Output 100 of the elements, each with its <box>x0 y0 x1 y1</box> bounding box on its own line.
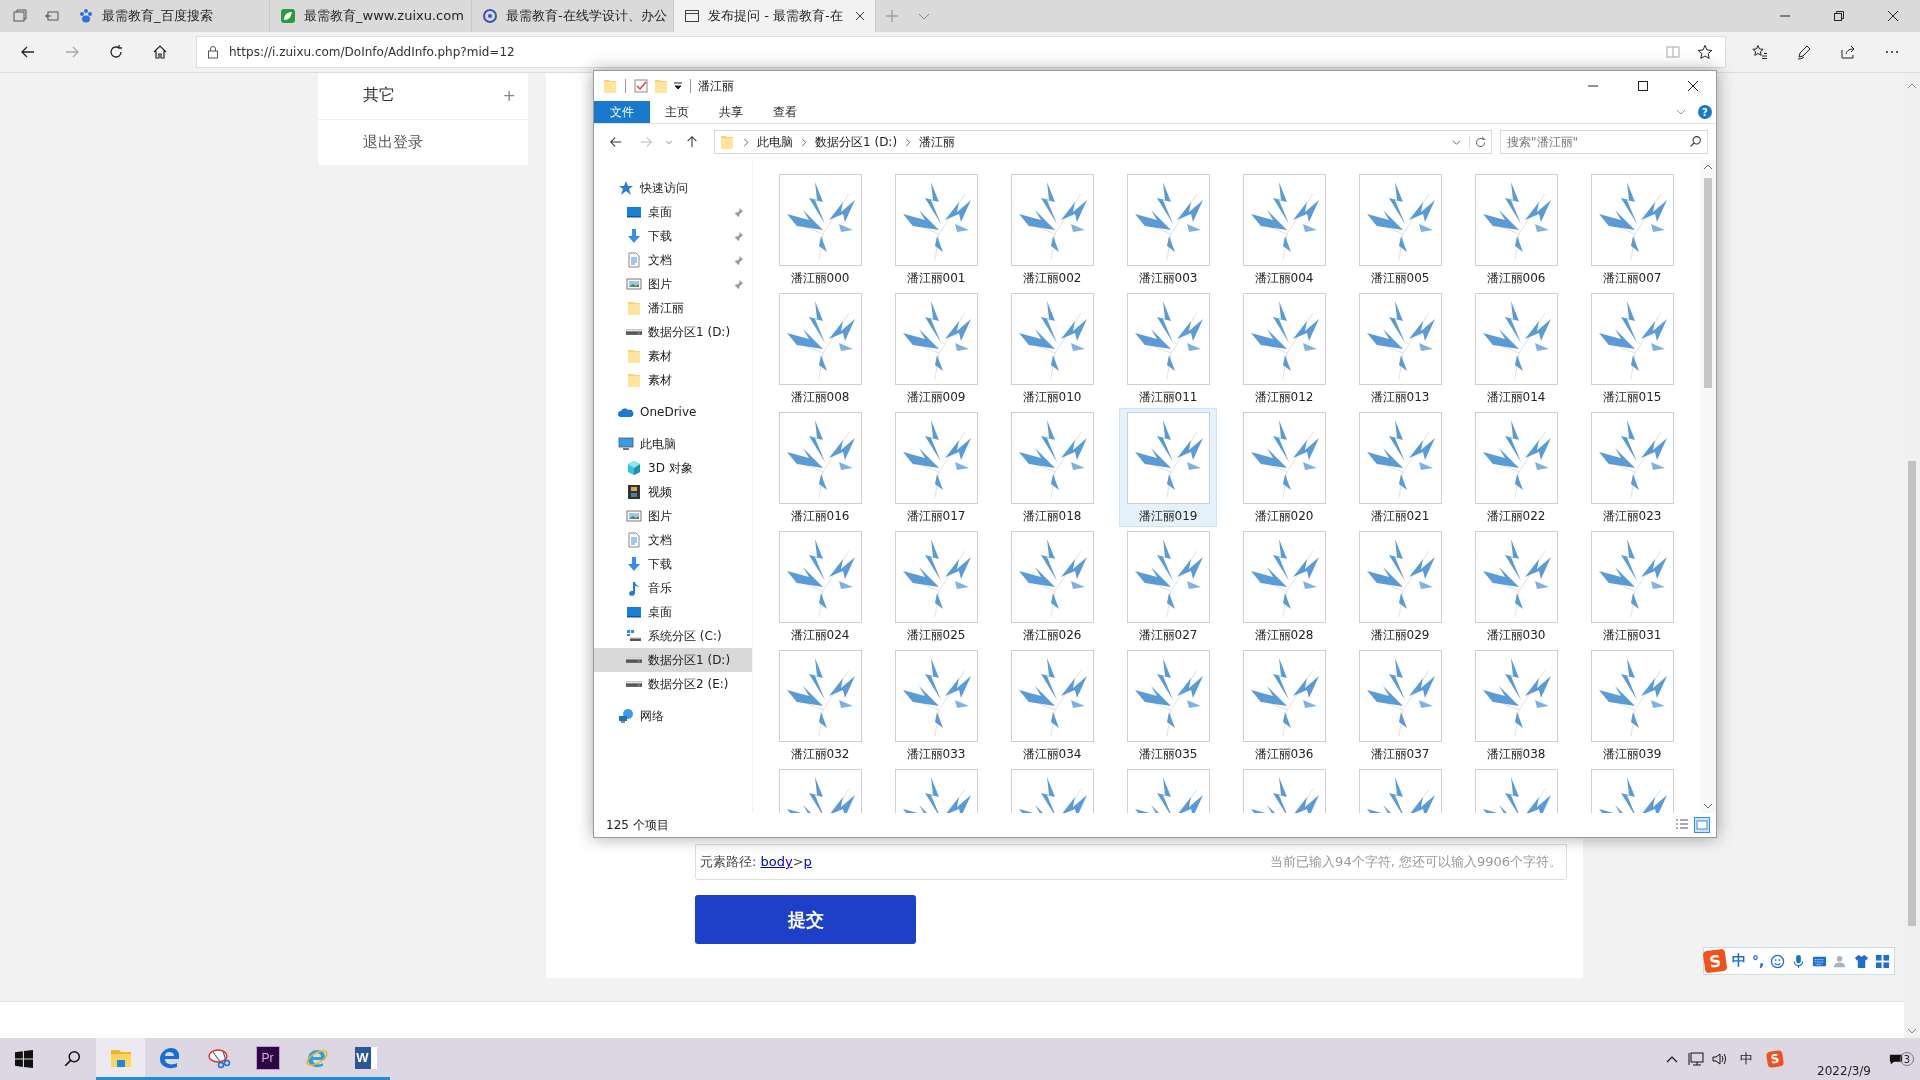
file-item[interactable]: 潘江丽003 <box>1119 170 1217 289</box>
expand-toggle[interactable]: + <box>502 86 516 106</box>
network-icon[interactable] <box>1688 1051 1705 1067</box>
scroll-thumb[interactable] <box>1704 178 1712 388</box>
restore-icon[interactable] <box>1834 11 1844 21</box>
file-item[interactable]: 潘江丽038 <box>1467 646 1565 765</box>
scroll-up-icon[interactable] <box>1907 83 1917 89</box>
nav-item[interactable]: 视频 <box>594 480 752 504</box>
file-item[interactable]: 潘江丽009 <box>887 289 985 408</box>
tabs-overview-icon[interactable] <box>12 8 28 24</box>
file-item[interactable]: 潘江丽030 <box>1467 527 1565 646</box>
checkbox-icon[interactable] <box>633 78 649 94</box>
scroll-up-icon[interactable] <box>1703 164 1713 170</box>
file-item[interactable]: 潘江丽032 <box>771 646 869 765</box>
taskbar-app[interactable]: W <box>341 1038 390 1080</box>
nav-item[interactable]: 图片 <box>594 504 752 528</box>
dropdown-icon[interactable] <box>673 81 683 91</box>
nav-item[interactable]: 快速访问 <box>594 176 752 200</box>
sogou-logo[interactable]: S <box>1766 1049 1785 1069</box>
file-item[interactable]: 潘江丽026 <box>1003 527 1101 646</box>
file-item[interactable]: 潘江丽011 <box>1119 289 1217 408</box>
file-item[interactable]: 潘江丽008 <box>771 289 869 408</box>
file-item[interactable]: 潘江丽015 <box>1583 289 1681 408</box>
file-item[interactable]: 潘江丽024 <box>771 527 869 646</box>
submit-button[interactable]: 提交 <box>695 895 916 944</box>
file-item[interactable]: 潘江丽000 <box>771 170 869 289</box>
punctuation-toggle[interactable]: °, <box>1752 953 1765 969</box>
scrollbar[interactable] <box>1700 160 1716 813</box>
close-icon[interactable] <box>1688 81 1698 91</box>
address-field[interactable]: 此电脑 数据分区1 (D:) 潘江丽 <box>714 130 1492 154</box>
breadcrumb-item[interactable]: 此电脑 <box>757 133 793 151</box>
file-item[interactable]: 潘江丽012 <box>1235 289 1333 408</box>
input-mode-toggle[interactable]: 中 <box>1732 952 1746 970</box>
file-item[interactable]: 潘江丽036 <box>1235 646 1333 765</box>
browser-tab[interactable]: 发布提问 - 最需教育-在 <box>674 0 876 32</box>
file-item[interactable]: 潘江丽035 <box>1119 646 1217 765</box>
file-item[interactable]: 潘江丽017 <box>887 408 985 527</box>
large-icons-view-icon[interactable] <box>1694 817 1710 833</box>
file-item[interactable]: 潘江丽033 <box>887 646 985 765</box>
file-item[interactable]: 潘江丽005 <box>1351 170 1449 289</box>
nav-item[interactable]: 桌面 <box>594 200 752 224</box>
file-item[interactable]: 潘江丽016 <box>771 408 869 527</box>
breadcrumb-item[interactable]: 潘江丽 <box>919 133 956 151</box>
file-item[interactable]: 潘江丽022 <box>1467 408 1565 527</box>
file-item[interactable]: 潘江丽023 <box>1583 408 1681 527</box>
scroll-thumb[interactable] <box>1908 461 1916 926</box>
smiley-icon[interactable] <box>1770 953 1786 969</box>
set-aside-tabs-icon[interactable] <box>44 8 60 24</box>
path-link[interactable]: p <box>803 854 812 869</box>
scroll-down-icon[interactable] <box>1907 1028 1917 1034</box>
menu-item[interactable]: 退出登录 <box>363 132 516 152</box>
nav-item[interactable]: 下载 <box>594 224 752 248</box>
file-item[interactable]: 潘江丽019 <box>1119 408 1217 527</box>
file-item[interactable]: 潘江丽020 <box>1235 408 1333 527</box>
nav-item[interactable]: 数据分区1 (D:) <box>594 320 752 344</box>
nav-item[interactable]: 数据分区1 (D:) <box>594 648 752 672</box>
file-item[interactable]: 潘江丽006 <box>1467 170 1565 289</box>
chevron-down-icon[interactable] <box>1676 107 1686 117</box>
nav-item[interactable]: 下载 <box>594 552 752 576</box>
sogou-logo[interactable]: S <box>1702 948 1728 974</box>
address-field[interactable]: https://i.zuixu.com/DoInfo/AddInfo.php?mid=12 <box>196 36 1726 68</box>
file-item[interactable]: 潘江丽002 <box>1003 170 1101 289</box>
nav-item[interactable]: 此电脑 <box>594 432 752 456</box>
nav-item[interactable]: 素材 <box>594 344 752 368</box>
nav-item[interactable]: 3D 对象 <box>594 456 752 480</box>
file-item[interactable]: 潘江丽018 <box>1003 408 1101 527</box>
menu-item[interactable]: 其它 <box>363 85 503 107</box>
path-link[interactable]: body <box>760 854 793 869</box>
breadcrumb-item[interactable]: 数据分区1 (D:) <box>815 133 898 151</box>
ribbon-tab[interactable]: 主页 <box>650 101 704 123</box>
notification-button[interactable]: 3 <box>1889 1052 1914 1066</box>
file-item[interactable]: 潘江丽010 <box>1003 289 1101 408</box>
file-item[interactable]: 潘江丽025 <box>887 527 985 646</box>
file-item[interactable]: 潘江丽013 <box>1351 289 1449 408</box>
file-item[interactable]: 潘江丽027 <box>1119 527 1217 646</box>
file-item[interactable]: 潘江丽007 <box>1583 170 1681 289</box>
input-method-indicator[interactable]: 中 <box>1740 1050 1754 1068</box>
speaker-icon[interactable] <box>1712 1051 1729 1067</box>
shirt-icon[interactable] <box>1854 953 1870 969</box>
file-item[interactable]: 潘江丽031 <box>1583 527 1681 646</box>
nav-item[interactable]: 数据分区2 (E:) <box>594 672 752 696</box>
file-item[interactable]: 潘江丽001 <box>887 170 985 289</box>
file-item[interactable]: 潘江丽039 <box>1583 646 1681 765</box>
file-item[interactable]: 潘江丽034 <box>1003 646 1101 765</box>
nav-item[interactable]: 文档 <box>594 248 752 272</box>
grid-icon[interactable] <box>1875 953 1891 969</box>
nav-item[interactable]: 桌面 <box>594 600 752 624</box>
nav-item[interactable]: OneDrive <box>594 400 752 424</box>
help-button[interactable]: ? <box>1698 105 1712 119</box>
file-item[interactable]: 潘江丽028 <box>1235 527 1333 646</box>
file-item[interactable]: 潘江丽014 <box>1467 289 1565 408</box>
nav-item[interactable]: 素材 <box>594 368 752 392</box>
scroll-down-icon[interactable] <box>1703 803 1713 809</box>
file-item[interactable]: 潘江丽029 <box>1351 527 1449 646</box>
nav-item[interactable]: 系统分区 (C:) <box>594 624 752 648</box>
close-icon[interactable] <box>855 11 865 21</box>
file-item[interactable]: 潘江丽004 <box>1235 170 1333 289</box>
nav-item[interactable]: 音乐 <box>594 576 752 600</box>
clock-date[interactable]: 2022/3/9 <box>1817 1064 1871 1078</box>
nav-item[interactable]: 文档 <box>594 528 752 552</box>
